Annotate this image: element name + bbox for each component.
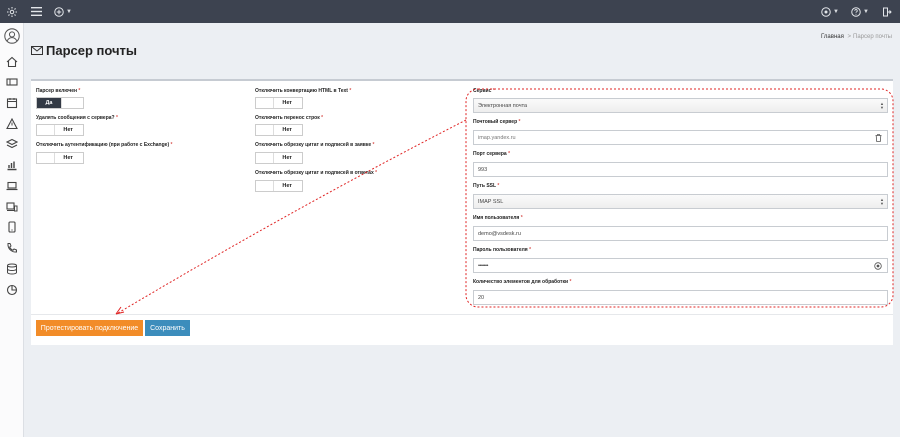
- parser-enabled-toggle[interactable]: Да: [36, 97, 84, 109]
- breadcrumb: Главная > Парсер почты: [821, 34, 892, 40]
- add-circle-icon[interactable]: ▼: [53, 0, 73, 23]
- service-value: Электронная почта: [478, 102, 528, 109]
- select-arrows-icon: ▲ ▼: [880, 101, 884, 110]
- toggle-off-label: Нет: [282, 183, 292, 189]
- breadcrumb-home[interactable]: Главная: [821, 34, 844, 40]
- chart-icon[interactable]: [4, 158, 20, 172]
- disable-line-breaks-toggle[interactable]: Нет: [255, 124, 303, 136]
- toggle-off-label: Нет: [282, 155, 292, 161]
- toggle-handle: [37, 153, 55, 163]
- layers-icon[interactable]: [4, 137, 20, 151]
- items-count-input[interactable]: 20: [473, 290, 888, 305]
- breadcrumb-separator: >: [847, 34, 852, 40]
- laptop-icon[interactable]: [4, 179, 20, 193]
- devices-icon[interactable]: [4, 200, 20, 214]
- trash-icon[interactable]: [874, 134, 882, 142]
- server-port-input[interactable]: 993: [473, 162, 888, 177]
- disable-line-breaks-label: Отключить перенос строк *: [255, 115, 324, 121]
- disable-quote-trim-replies-label: Отключить обрезку цитат и подписей в отв…: [255, 170, 378, 176]
- select-arrows-icon: ▲ ▼: [880, 197, 884, 206]
- settings-form-card: [31, 79, 893, 345]
- username-label: Имя пользователя *: [473, 215, 523, 221]
- toggle-on-label: Да: [37, 98, 61, 108]
- menu-icon[interactable]: [28, 0, 44, 23]
- disable-auth-label: Отключить аутентификацию (при работе с E…: [36, 142, 173, 148]
- phone-icon[interactable]: [4, 220, 20, 234]
- toggle-handle: [256, 125, 274, 135]
- toggle-off-label: Нет: [282, 100, 292, 106]
- mail-server-label: Почтовый сервер *: [473, 119, 521, 125]
- toggle-off-label: Нет: [63, 155, 73, 161]
- ssl-path-label: Путь SSL *: [473, 183, 500, 189]
- mail-server-value: imap.yandex.ru: [478, 134, 516, 141]
- toggle-off-label: Нет: [282, 127, 292, 133]
- disable-auth-toggle[interactable]: Нет: [36, 152, 84, 164]
- envelope-icon: [31, 46, 43, 55]
- password-label: Пароль пользователя *: [473, 247, 532, 253]
- help-icon[interactable]: ▼: [850, 0, 870, 23]
- username-value: demo@vsdesk.ru: [478, 230, 521, 237]
- logout-icon[interactable]: [878, 0, 896, 23]
- save-button[interactable]: Сохранить: [145, 320, 190, 336]
- disable-html-conversion-label: Отключить конвертацию HTML в Text *: [255, 88, 352, 94]
- top-navbar: ▼ ▼ ▼: [0, 0, 900, 23]
- parser-enabled-label: Парсер включен *: [36, 88, 81, 94]
- toggle-handle: [61, 98, 79, 108]
- warning-icon[interactable]: [4, 117, 20, 131]
- database-icon[interactable]: [4, 262, 20, 276]
- server-port-label: Порт сервера *: [473, 151, 511, 157]
- disable-quote-trim-request-label: Отключить обрезку цитат и подписей в зая…: [255, 142, 375, 148]
- call-icon[interactable]: [4, 241, 20, 255]
- breadcrumb-current: Парсер почты: [853, 34, 892, 40]
- service-label: Сервис *: [473, 88, 495, 94]
- toggle-handle: [256, 181, 274, 191]
- home-icon[interactable]: [4, 55, 20, 69]
- gear-icon[interactable]: [2, 0, 22, 23]
- form-divider: [31, 314, 893, 315]
- password-input[interactable]: •••••••: [473, 258, 888, 273]
- show-password-icon[interactable]: [874, 262, 882, 270]
- disable-html-conversion-toggle[interactable]: Нет: [255, 97, 303, 109]
- items-count-label: Количество элементов для обработки *: [473, 279, 572, 285]
- items-count-value: 20: [478, 294, 485, 301]
- calendar-icon[interactable]: [4, 96, 20, 110]
- toggle-handle: [256, 98, 274, 108]
- pie-chart-icon[interactable]: [4, 283, 20, 297]
- sidebar: [0, 23, 24, 437]
- mail-server-input[interactable]: imap.yandex.ru: [473, 130, 888, 145]
- toggle-off-label: Нет: [63, 127, 73, 133]
- toggle-handle: [256, 153, 274, 163]
- delete-messages-label: Удалять сообщения с сервера? *: [36, 115, 118, 121]
- disable-quote-trim-replies-toggle[interactable]: Нет: [255, 180, 303, 192]
- username-input[interactable]: demo@vsdesk.ru: [473, 226, 888, 241]
- service-select[interactable]: Электронная почта ▲ ▼: [473, 98, 888, 113]
- server-port-value: 993: [478, 166, 488, 173]
- ssl-path-value: IMAP SSL: [478, 198, 504, 205]
- password-value: •••••••: [478, 262, 488, 269]
- page-title: Парсер почты: [46, 43, 138, 58]
- disable-quote-trim-request-toggle[interactable]: Нет: [255, 152, 303, 164]
- delete-messages-toggle[interactable]: Нет: [36, 124, 84, 136]
- test-connection-button[interactable]: Протестировать подключение: [36, 320, 143, 336]
- settings-circle-icon[interactable]: ▼: [820, 0, 840, 23]
- avatar[interactable]: [2, 27, 22, 45]
- ssl-path-select[interactable]: IMAP SSL ▲ ▼: [473, 194, 888, 209]
- toggle-handle: [37, 125, 55, 135]
- ticket-icon[interactable]: [4, 75, 20, 89]
